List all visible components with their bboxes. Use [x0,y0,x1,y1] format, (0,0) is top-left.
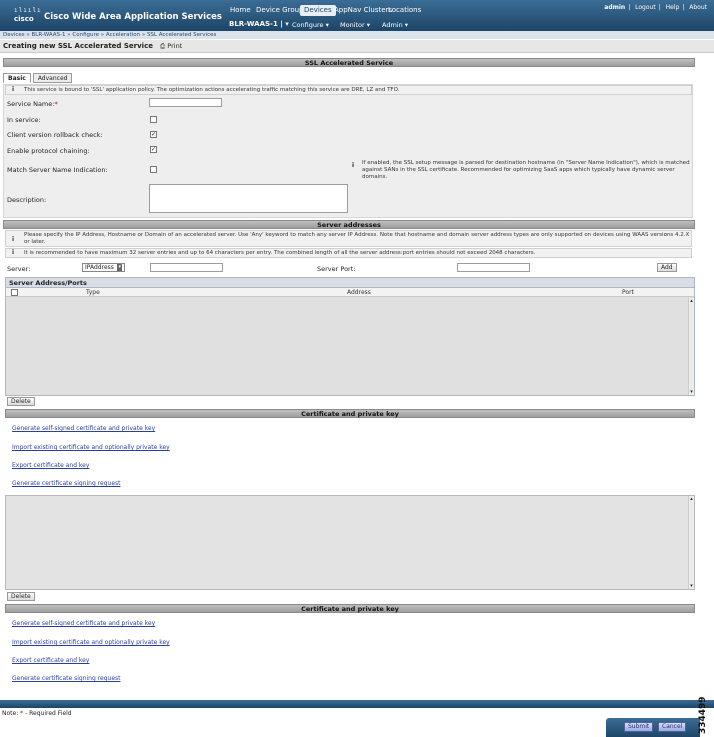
cisco-logo-word: cisco [14,15,34,23]
ssl-section-header: SSL Accelerated Service [3,58,695,67]
table-header: Type Address Port [6,288,694,297]
info-icon: i [12,86,15,93]
admin-menu[interactable]: Admin ▾ [382,21,408,29]
note-suffix: - Required Field [25,710,72,717]
add-button[interactable]: Add [657,263,677,272]
note-required-mark: * [20,710,24,717]
app-title: Cisco Wide Area Application Services [44,12,222,22]
submit-button[interactable]: Submit [624,722,654,732]
sni-info-icon: i [352,162,355,169]
user-admin: admin [604,4,626,11]
server-section-header: Server addresses [3,220,695,229]
nav-tab-locations[interactable]: Locations [384,5,425,16]
server-port-label: Server Port: [317,265,356,273]
server-info-line-2: i It is recommended to have maximum 32 s… [5,248,692,258]
server-info-text-1: Please specify the IP Address, Hostname … [24,232,690,245]
scroll-up-icon[interactable]: ▴ [689,496,694,502]
server-info-text-2: It is recommended to have maximum 32 ser… [24,250,536,256]
import-certificate-link-2[interactable]: Import existing certificate and optional… [12,639,170,646]
required-field-note: Note: * - Required Field [2,710,72,717]
scroll-down-icon[interactable]: ▾ [689,583,694,589]
scroll-down-icon[interactable]: ▾ [689,389,694,395]
configure-menu[interactable]: Configure ▾ [292,21,329,29]
import-certificate-link[interactable]: Import existing certificate and optional… [12,444,170,451]
server-type-value: IPAddress [85,264,114,271]
generate-self-signed-link[interactable]: Generate self-signed certificate and pri… [12,425,155,432]
cisco-logo-bars: ılıılı [14,7,42,14]
table-scrollbar[interactable]: ▴ ▾ [688,298,694,395]
cert-section-header-2: Certificate and private key [5,604,695,613]
chevron-down-icon: ▾ [117,264,122,271]
sni-checkbox[interactable] [150,166,157,173]
generate-csr-link[interactable]: Generate certificate signing request [12,480,121,487]
rollback-checkbox[interactable]: ✓ [150,131,157,138]
tab-advanced[interactable]: Advanced [32,73,73,83]
server-address-input[interactable] [150,263,223,272]
service-name-label: Service Name:* [7,100,58,108]
required-mark: * [54,100,58,108]
rollback-label: Client version rollback check: [7,131,103,139]
in-service-label: In service: [7,116,41,124]
column-port[interactable]: Port [622,288,634,297]
user-links: admin | Logout | Help | About [604,4,707,11]
description-textarea[interactable] [149,184,348,213]
export-certificate-link[interactable]: Export certificate and key [12,462,89,469]
certificate-scrollbar[interactable]: ▴ ▾ [688,496,694,589]
sni-label: Match Server Name Indication: [7,166,108,174]
cancel-button[interactable]: Cancel [658,722,687,732]
certificate-text-area[interactable]: ▴ ▾ [5,495,695,590]
monitor-menu[interactable]: Monitor ▾ [340,21,370,29]
column-type[interactable]: Type [86,288,100,297]
printer-icon: ⎙ [160,42,166,50]
ssl-form-panel [3,84,693,218]
generate-csr-link-2[interactable]: Generate certificate signing request [12,675,121,682]
footer-bar [0,700,714,708]
page-title: Creating new SSL Accelerated Service [3,42,153,50]
logout-link[interactable]: Logout [635,4,656,11]
note-prefix: Note: [2,710,19,717]
server-port-input[interactable] [457,263,530,272]
breadcrumb[interactable]: Devices » BLR-WAAS-1 » Configure » Accel… [0,31,714,39]
server-info-line-1: i Please specify the IP Address, Hostnam… [5,230,692,247]
device-selector[interactable]: BLR-WAAS-1 | ▾ [229,20,289,28]
chaining-checkbox[interactable]: ✓ [150,146,157,153]
nav-tab-home[interactable]: Home [226,5,255,16]
figure-id: 334499 [698,696,708,734]
table-title: Server Address/Ports [6,278,694,288]
server-address-table: Server Address/Ports Type Address Port ▴… [5,277,695,396]
service-name-text: Service Name: [7,100,55,108]
description-label: Description: [7,196,47,204]
about-link[interactable]: About [689,4,707,11]
print-label: Print [167,42,183,50]
generate-self-signed-link-2[interactable]: Generate self-signed certificate and pri… [12,620,155,627]
tab-basic[interactable]: Basic [3,73,31,83]
ssl-info-line: i This service is bound to 'SSL' applica… [5,85,692,95]
sni-note: If enabled, the SSL setup message is par… [362,160,690,180]
column-address[interactable]: Address [347,288,371,297]
service-name-input[interactable] [149,98,222,107]
print-button[interactable]: ⎙ Print [160,42,182,51]
in-service-checkbox[interactable] [150,116,157,123]
server-label: Server: [7,265,31,273]
server-type-select[interactable]: IPAddress ▾ [82,263,125,272]
info-icon: i [12,236,15,243]
scroll-up-icon[interactable]: ▴ [689,298,694,304]
cert-section-header-1: Certificate and private key [5,409,695,418]
export-certificate-link-2[interactable]: Export certificate and key [12,657,89,664]
delete-server-button[interactable]: Delete [7,397,35,406]
delete-certificate-button[interactable]: Delete [7,592,35,601]
help-link[interactable]: Help [666,4,680,11]
tab-strip: Basic Advanced [3,73,74,83]
chaining-label: Enable protocol chaining: [7,147,90,155]
select-all-checkbox[interactable] [11,289,18,296]
ssl-info-text: This service is bound to 'SSL' applicati… [24,87,400,93]
info-icon: i [12,249,15,256]
